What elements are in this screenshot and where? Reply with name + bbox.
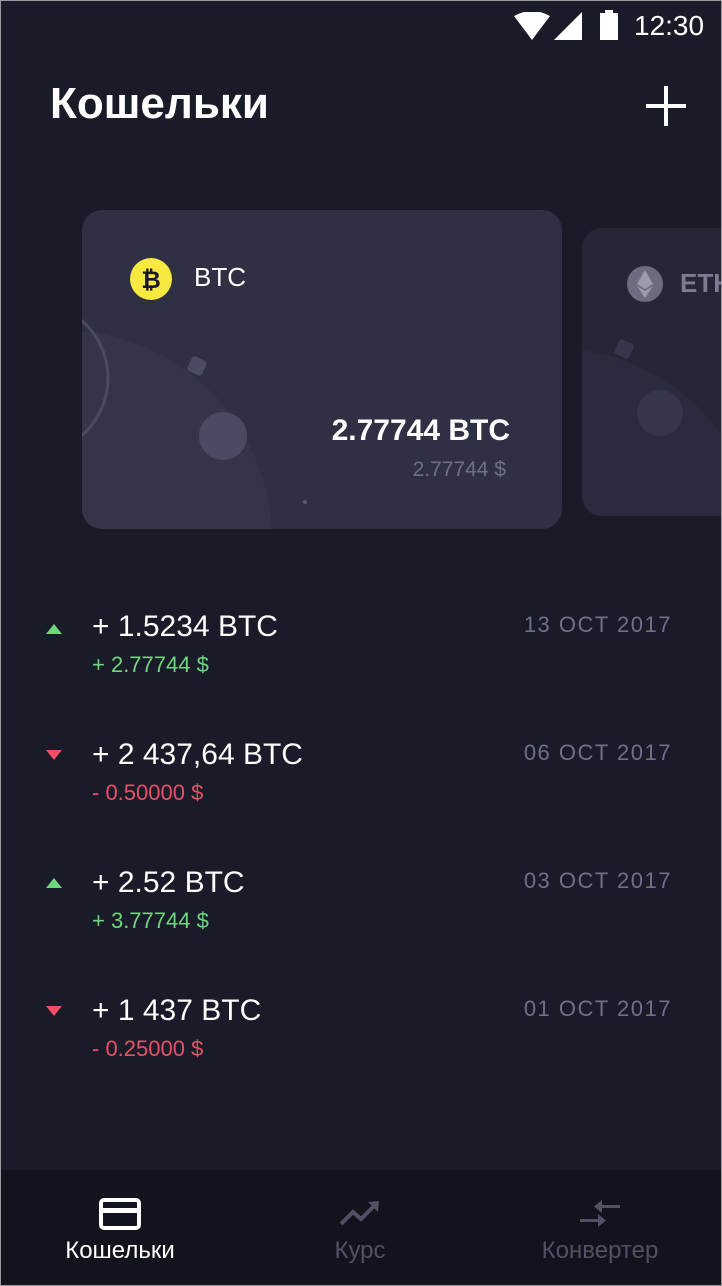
- ethereum-icon: [627, 266, 663, 302]
- nav-label: Конвертер: [541, 1237, 659, 1264]
- card-coin-symbol: ETH: [680, 268, 722, 298]
- transaction-date: 06 OCT 2017: [523, 740, 672, 765]
- transaction-date: 01 OCT 2017: [523, 996, 672, 1021]
- bottom-navigation: Кошельки Курс Конвертер: [0, 1170, 722, 1286]
- transaction-row[interactable]: + 1.5234 BTC + 2.77744 $ 13 OCT 2017: [0, 610, 722, 710]
- nav-item-rates[interactable]: Курс: [240, 1170, 480, 1286]
- add-wallet-button[interactable]: [646, 86, 686, 126]
- plus-icon: [646, 86, 686, 126]
- arrow-up-icon: [46, 878, 62, 888]
- bitcoin-icon: ₿: [130, 258, 172, 300]
- status-time: 12:30: [634, 10, 705, 41]
- nav-label: Курс: [334, 1237, 386, 1264]
- transaction-date: 03 OCT 2017: [523, 868, 672, 893]
- transaction-row[interactable]: + 2.52 BTC + 3.77744 $ 03 OCT 2017: [0, 866, 722, 966]
- transaction-date: 13 OCT 2017: [523, 612, 672, 637]
- transaction-amount: + 1 437 BTC: [92, 994, 262, 1027]
- battery-icon: [600, 10, 618, 40]
- card-balance: 2.77744 BTC: [331, 414, 510, 447]
- card-icon: [99, 1198, 141, 1230]
- signal-icon: [554, 12, 582, 40]
- wifi-icon: [514, 12, 550, 40]
- transaction-amount: + 2.52 BTC: [92, 866, 245, 899]
- card-balance-usd: 2.77744 $: [412, 458, 506, 481]
- transaction-amount: + 2 437,64 BTC: [92, 738, 303, 771]
- arrow-up-icon: [46, 624, 62, 634]
- arrow-down-icon: [46, 750, 62, 760]
- nav-item-wallets[interactable]: Кошельки: [0, 1170, 240, 1286]
- transaction-amount: + 1.5234 BTC: [92, 610, 278, 643]
- transaction-usd: + 2.77744 $: [92, 652, 209, 677]
- exchange-arrows-icon: [580, 1200, 620, 1227]
- page-title: Кошельки: [50, 79, 269, 128]
- trend-up-icon: [339, 1201, 379, 1226]
- status-bar: 12:30: [0, 0, 722, 52]
- transaction-usd: - 0.50000 $: [92, 780, 204, 805]
- transaction-usd: + 3.77744 $: [92, 908, 209, 933]
- transaction-row[interactable]: + 2 437,64 BTC - 0.50000 $ 06 OCT 2017: [0, 738, 722, 838]
- wallet-card-btc[interactable]: ₿ BTC 2.77744 BTC 2.77744 $: [82, 210, 562, 529]
- transaction-row[interactable]: + 1 437 BTC - 0.25000 $ 01 OCT 2017: [0, 994, 722, 1094]
- card-coin-symbol: BTC: [194, 262, 246, 292]
- nav-item-converter[interactable]: Конвертер: [480, 1170, 720, 1286]
- wallets-screen: 12:30 Кошельки ₿ BTC 2.77744 BTC 2.77744…: [0, 0, 722, 1286]
- nav-label: Кошельки: [65, 1237, 175, 1264]
- svg-text:₿: ₿: [141, 266, 161, 294]
- transaction-usd: - 0.25000 $: [92, 1036, 204, 1061]
- arrow-down-icon: [46, 1006, 62, 1016]
- wallet-card-eth[interactable]: ETH: [582, 228, 722, 516]
